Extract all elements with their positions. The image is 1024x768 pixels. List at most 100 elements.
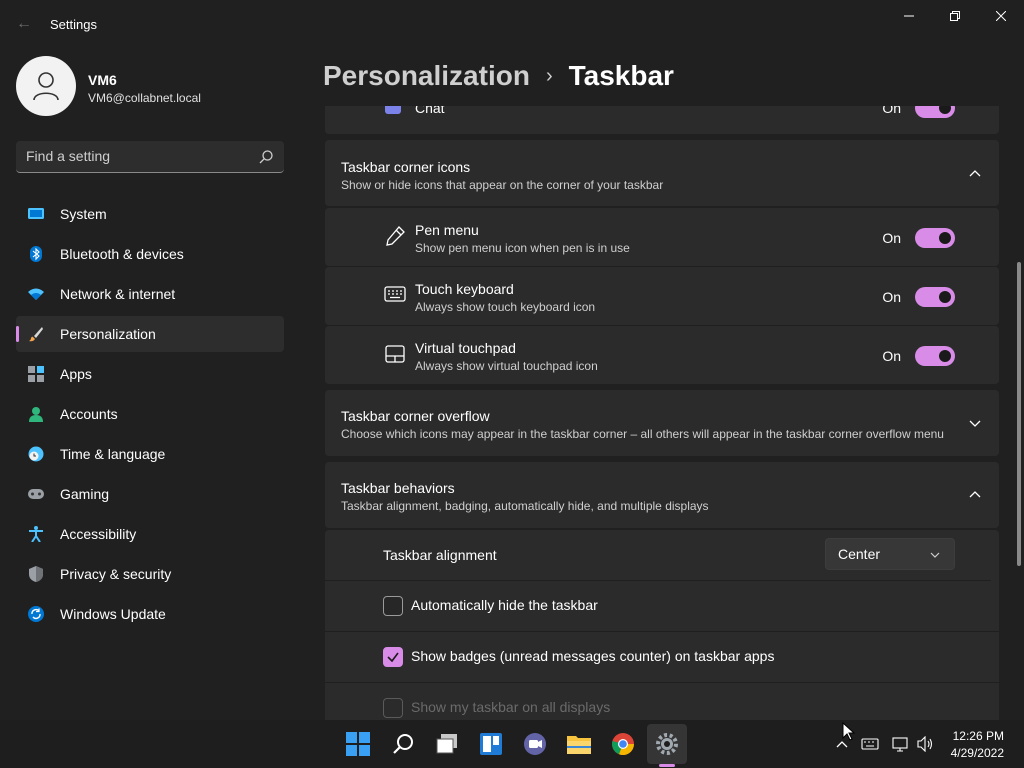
restore-icon <box>950 11 960 21</box>
scrollbar[interactable] <box>1017 262 1021 566</box>
clock-globe-icon <box>28 446 44 462</box>
sidebar-item-label: Bluetooth & devices <box>60 246 184 262</box>
system-icon <box>28 208 44 219</box>
title-bar: ← Settings <box>0 0 1024 48</box>
app-title: Settings <box>50 17 97 32</box>
sidebar-item-system[interactable]: System <box>16 196 284 232</box>
minimize-button[interactable] <box>886 0 932 32</box>
toggle-state-label: On <box>882 348 901 364</box>
avatar <box>16 56 76 116</box>
chat-button[interactable] <box>521 730 549 758</box>
network-icon <box>892 737 908 752</box>
clock-date[interactable]: 4/29/2022 <box>951 746 1004 760</box>
sidebar-item-accessibility[interactable]: Accessibility <box>16 516 284 552</box>
taskbar-search-button[interactable] <box>389 730 417 758</box>
divider <box>325 631 999 632</box>
auto-hide-checkbox[interactable] <box>383 596 403 616</box>
mouse-cursor-icon <box>842 722 856 741</box>
close-icon <box>996 11 1006 21</box>
page-title: Taskbar <box>568 60 674 91</box>
corner-overflow-header[interactable]: Taskbar corner overflow Choose which ico… <box>325 390 999 456</box>
widgets-icon <box>480 733 502 755</box>
settings-content: Chat On Taskbar corner icons Show or hid… <box>325 106 999 720</box>
teams-chat-icon <box>524 733 546 755</box>
widgets-button[interactable] <box>477 730 505 758</box>
corner-icons-header[interactable]: Taskbar corner icons Show or hide icons … <box>325 140 999 206</box>
brush-icon <box>29 327 43 342</box>
sidebar-item-personalization[interactable]: Personalization <box>16 316 284 352</box>
sidebar-item-label: Time & language <box>60 446 166 462</box>
keyboard-icon <box>384 286 406 302</box>
chevron-down-icon <box>930 552 940 558</box>
auto-hide-label: Automatically hide the taskbar <box>411 597 598 613</box>
chat-row: Chat On <box>325 106 999 134</box>
corner-overflow-title: Taskbar corner overflow <box>341 408 490 424</box>
toggle-state-label: On <box>882 230 901 246</box>
search-input[interactable] <box>26 148 246 164</box>
chat-toggle[interactable] <box>915 106 955 118</box>
badges-checkbox[interactable] <box>383 647 403 667</box>
sidebar-item-apps[interactable]: Apps <box>16 356 284 392</box>
sidebar-item-label: Windows Update <box>60 606 166 622</box>
divider <box>325 682 999 683</box>
sidebar-item-gaming[interactable]: Gaming <box>16 476 284 512</box>
sidebar-item-time-language[interactable]: Time & language <box>16 436 284 472</box>
sidebar-item-label: Apps <box>60 366 92 382</box>
volume-icon <box>917 736 933 752</box>
touch-keyboard-description: Always show touch keyboard icon <box>415 300 596 314</box>
breadcrumb-parent[interactable]: Personalization <box>323 60 530 92</box>
chevron-up-icon[interactable] <box>969 489 981 501</box>
start-icon <box>346 732 370 756</box>
badges-label: Show badges (unread messages counter) on… <box>411 648 775 664</box>
update-icon <box>28 606 44 622</box>
pen-menu-toggle[interactable] <box>915 228 955 248</box>
divider <box>325 580 991 581</box>
all-displays-checkbox[interactable] <box>383 698 403 718</box>
start-button[interactable] <box>344 730 372 758</box>
volume-tray-button[interactable] <box>916 734 936 754</box>
taskbar-alignment-label: Taskbar alignment <box>383 547 497 563</box>
restore-button[interactable] <box>932 0 978 32</box>
behaviors-body: Taskbar alignment Center Automatically h… <box>325 530 999 720</box>
file-explorer-button[interactable] <box>565 730 593 758</box>
chrome-button[interactable] <box>609 730 637 758</box>
virtual-touchpad-toggle[interactable] <box>915 346 955 366</box>
chat-label: Chat <box>415 106 445 116</box>
search-icon[interactable] <box>258 149 274 165</box>
sidebar-item-bluetooth[interactable]: Bluetooth & devices <box>16 236 284 272</box>
corner-overflow-description: Choose which icons may appear in the tas… <box>341 427 944 441</box>
user-profile[interactable]: VM6 VM6@collabnet.local <box>16 56 286 118</box>
touch-keyboard-toggle[interactable] <box>915 287 955 307</box>
touch-keyboard-tray-button[interactable] <box>860 734 880 754</box>
task-view-icon <box>436 734 457 754</box>
person-avatar-icon <box>33 72 59 101</box>
chat-icon <box>385 106 401 114</box>
clock-time[interactable]: 12:26 PM <box>953 729 1004 743</box>
settings-app-button[interactable] <box>653 730 681 758</box>
sidebar-item-windows-update[interactable]: Windows Update <box>16 596 284 632</box>
network-tray-button[interactable] <box>891 734 911 754</box>
corner-icons-title: Taskbar corner icons <box>341 159 471 175</box>
taskbar-alignment-dropdown[interactable]: Center <box>825 538 955 570</box>
sidebar-item-network[interactable]: Network & internet <box>16 276 284 312</box>
corner-icons-description: Show or hide icons that appear on the co… <box>341 178 664 192</box>
touch-keyboard-title: Touch keyboard <box>415 281 514 297</box>
behaviors-description: Taskbar alignment, badging, automaticall… <box>341 499 709 513</box>
virtual-touchpad-title: Virtual touchpad <box>415 340 516 356</box>
settings-icon <box>656 733 678 755</box>
chevron-up-icon[interactable] <box>969 168 981 180</box>
chevron-down-icon[interactable] <box>969 417 981 429</box>
sidebar-item-privacy-security[interactable]: Privacy & security <box>16 556 284 592</box>
close-button[interactable] <box>978 0 1024 32</box>
user-name: VM6 <box>88 72 117 88</box>
back-button[interactable]: ← <box>14 14 34 34</box>
pen-menu-row: Pen menu Show pen menu icon when pen is … <box>325 208 999 266</box>
settings-search[interactable] <box>16 141 284 173</box>
gamepad-icon <box>28 489 44 499</box>
behaviors-header[interactable]: Taskbar behaviors Taskbar alignment, bad… <box>325 462 999 528</box>
virtual-touchpad-row: Virtual touchpad Always show virtual tou… <box>325 326 999 384</box>
sidebar-item-accounts[interactable]: Accounts <box>16 396 284 432</box>
task-view-button[interactable] <box>433 730 461 758</box>
touchpad-icon <box>385 345 405 363</box>
apps-icon <box>28 366 44 382</box>
